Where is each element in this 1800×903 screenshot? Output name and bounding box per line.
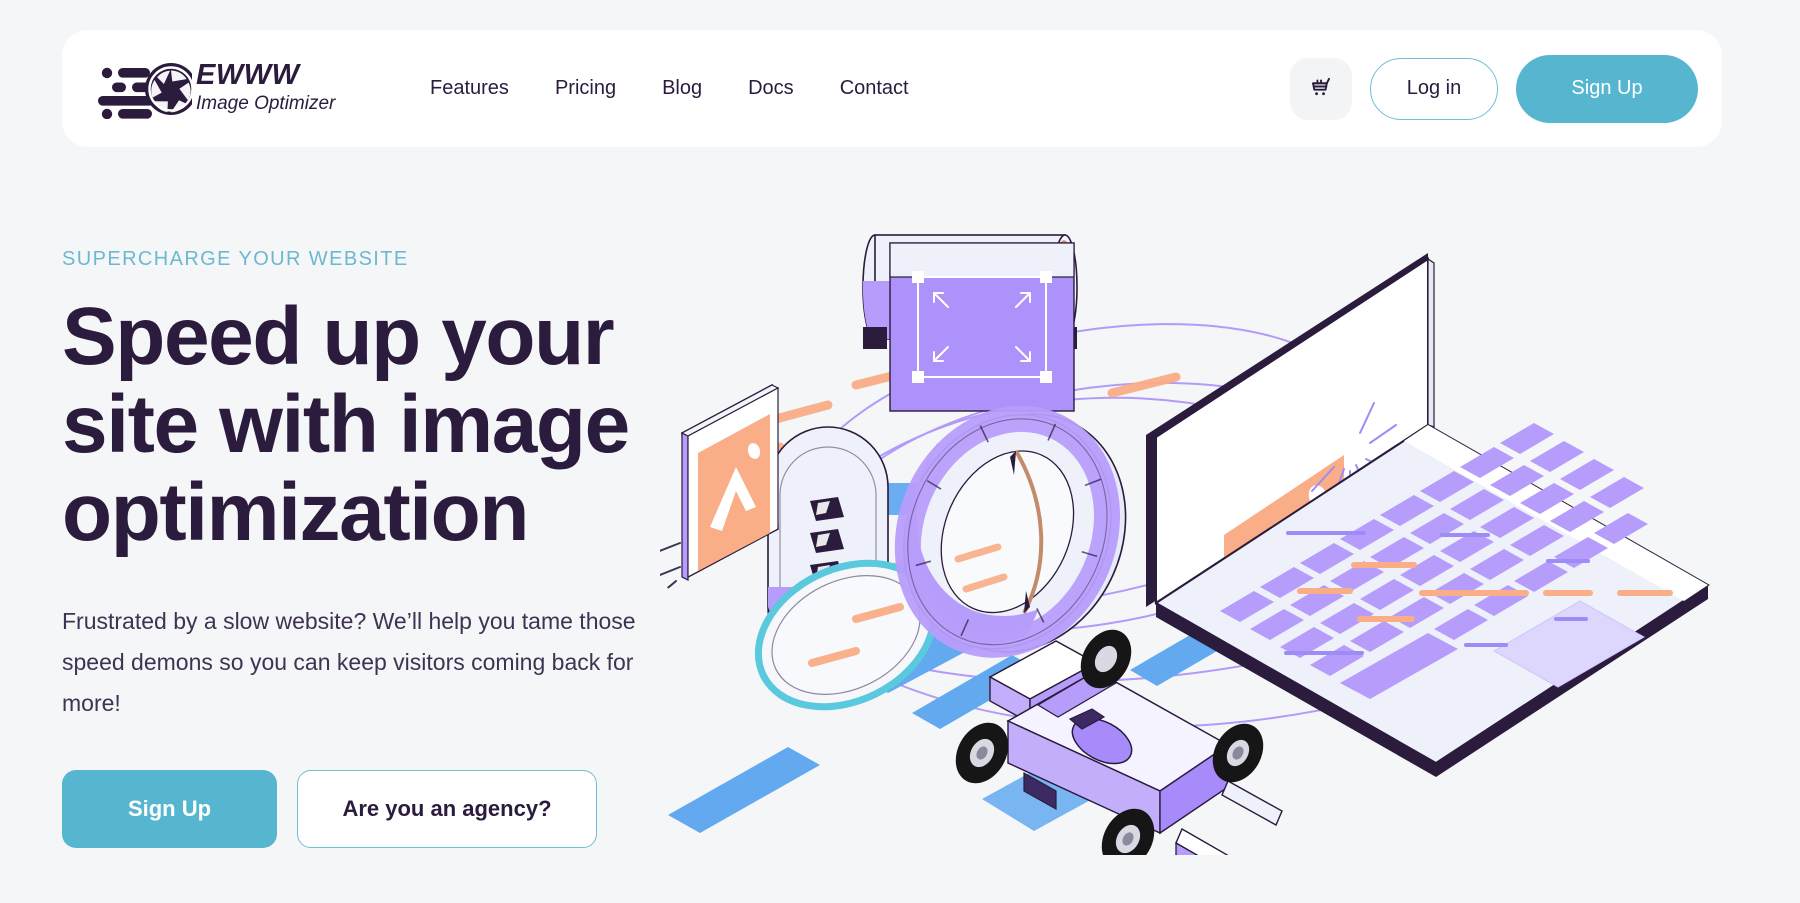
hero-cta-row: Sign Up Are you an agency? bbox=[62, 770, 742, 848]
nav-item-blog[interactable]: Blog bbox=[662, 77, 702, 100]
hero-content: SUPERCHARGE YOUR WEBSITE Speed up your s… bbox=[62, 248, 742, 848]
aperture-speed-icon bbox=[88, 59, 197, 119]
brand-name: EWWW bbox=[196, 59, 300, 92]
header-actions: Log in Sign Up bbox=[1290, 54, 1698, 123]
hero-eyebrow: SUPERCHARGE YOUR WEBSITE bbox=[62, 248, 409, 270]
nav-item-pricing[interactable]: Pricing bbox=[555, 77, 616, 100]
cart-button[interactable] bbox=[1290, 57, 1352, 120]
hero-agency-button[interactable]: Are you an agency? bbox=[297, 770, 597, 848]
site-header: EWWW Image Optimizer Features Pricing Bl… bbox=[62, 30, 1722, 147]
login-button-label: Log in bbox=[1406, 77, 1462, 99]
hero-illustration bbox=[563, 215, 1780, 895]
brand-tagline: Image Optimizer bbox=[196, 93, 336, 115]
brand-logo[interactable]: EWWW Image Optimizer bbox=[88, 59, 388, 119]
hero-signup-label: Sign Up bbox=[127, 796, 212, 821]
hero-signup-button[interactable]: Sign Up bbox=[62, 770, 277, 848]
login-button[interactable]: Log in bbox=[1370, 57, 1498, 120]
main-navigation: Features Pricing Blog Docs Contact bbox=[430, 77, 909, 100]
brand-wordmark: EWWW Image Optimizer bbox=[196, 61, 335, 116]
nav-item-docs[interactable]: Docs bbox=[748, 77, 794, 100]
hero-headline: Speed up your site with image optimizati… bbox=[62, 291, 630, 558]
shopping-cart-icon bbox=[1308, 73, 1335, 105]
hero-subcopy: Frustrated by a slow website? We’ll help… bbox=[62, 608, 636, 716]
signup-button-header-label: Sign Up bbox=[1571, 77, 1643, 99]
signup-button-header[interactable]: Sign Up bbox=[1516, 54, 1698, 123]
landing-page: EWWW Image Optimizer Features Pricing Bl… bbox=[0, 0, 1800, 903]
nav-item-features[interactable]: Features bbox=[430, 77, 509, 100]
nav-item-contact[interactable]: Contact bbox=[840, 77, 909, 100]
hero-agency-label: Are you an agency? bbox=[342, 796, 552, 821]
